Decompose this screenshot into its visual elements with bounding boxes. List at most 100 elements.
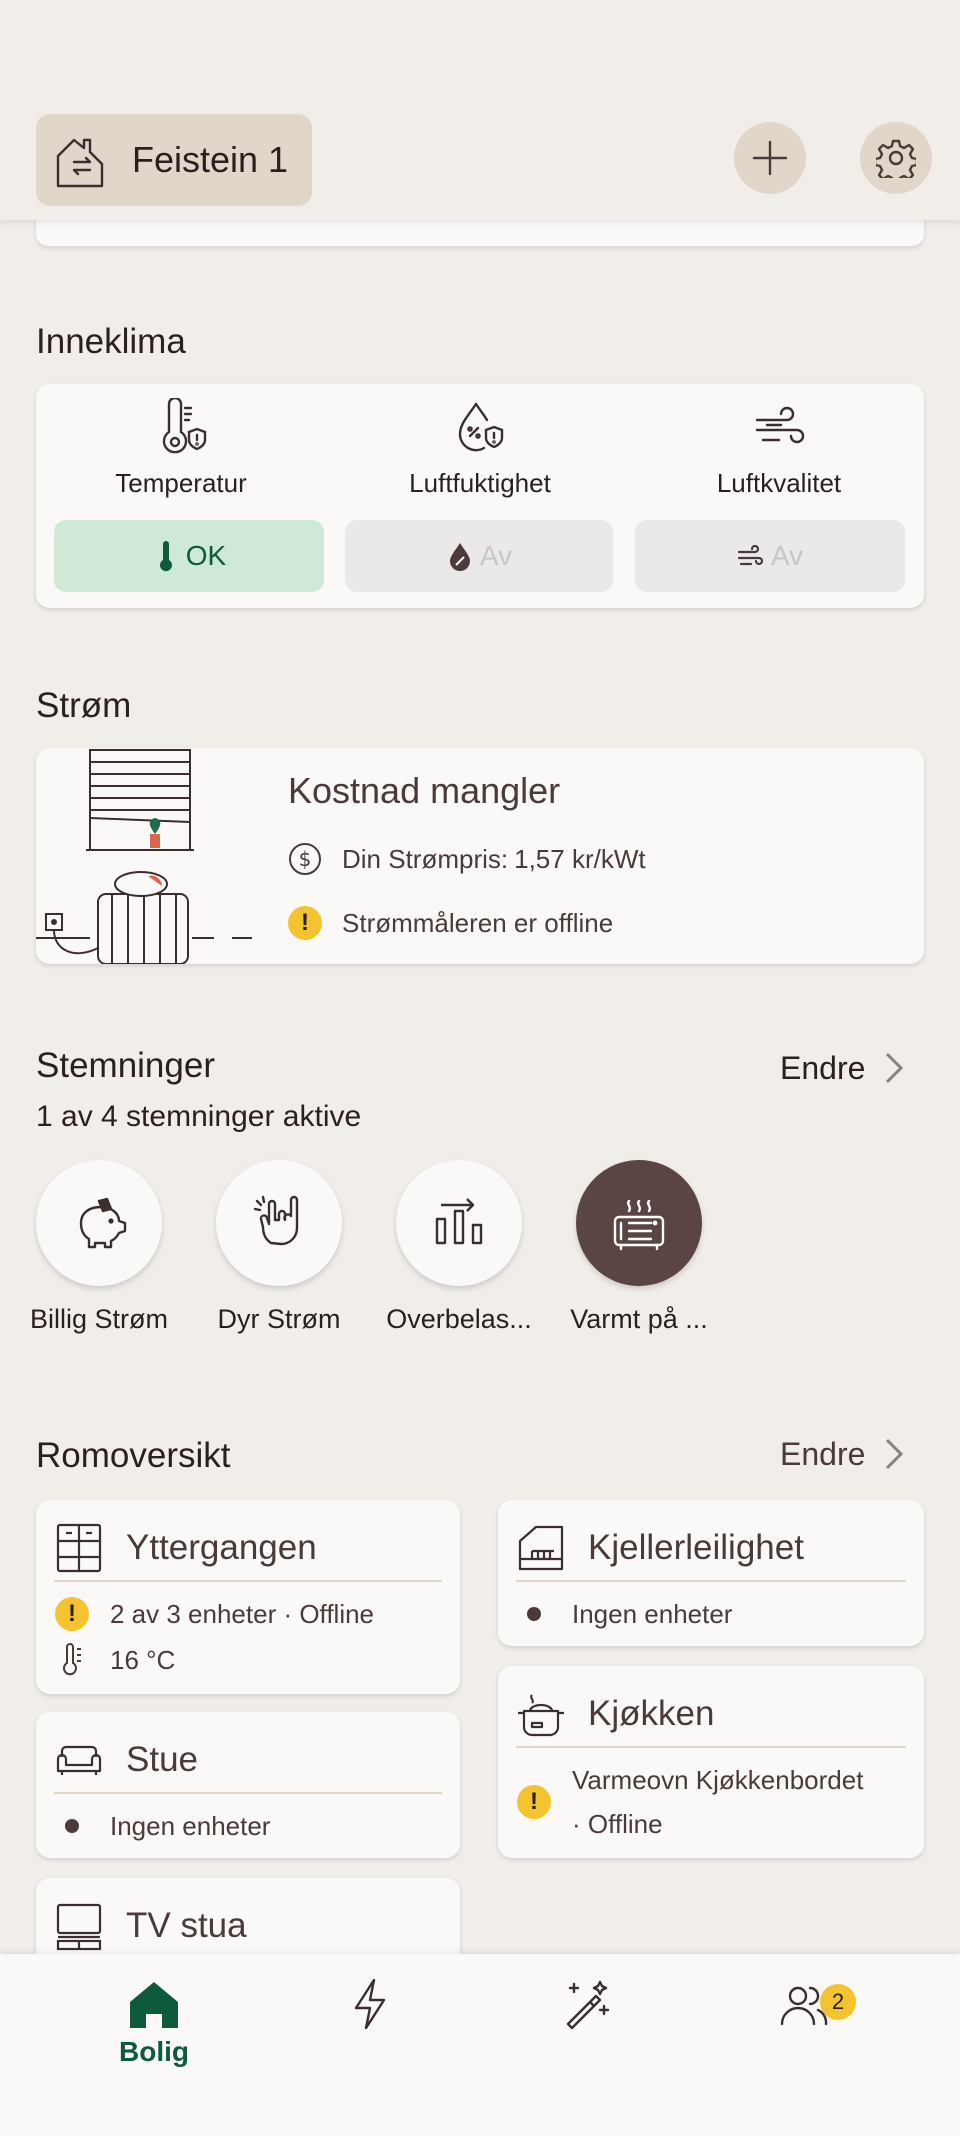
- climate-air-quality-label: Luftkvalitet: [716, 468, 842, 498]
- room-name: Kjøkken: [588, 1694, 715, 1733]
- magic-wand-icon: [566, 1980, 610, 2030]
- indoor-climate-title: Inneklima: [36, 322, 186, 361]
- wind-small-icon: [737, 544, 763, 566]
- home-icon: [130, 1982, 178, 2028]
- status-dot-icon: [65, 1819, 79, 1833]
- piggy-bank-icon: [79, 1197, 127, 1249]
- room-status-line-1: Varmeovn Kjøkkenbordet: [572, 1765, 864, 1795]
- warning-icon: !: [517, 1785, 551, 1819]
- scene-label: Varmt på ...: [570, 1304, 708, 1334]
- rooms-title: Romoversikt: [36, 1436, 231, 1475]
- room-status-row: ! 2 av 3 enheter · Offline: [54, 1592, 448, 1636]
- power-price-row: $ Din Strømpris: 1,57 kr/kWt: [288, 842, 646, 876]
- room-status-row: ! Varmeovn Kjøkkenbordet · Offline: [516, 1758, 912, 1846]
- chevron-right-icon: [886, 1438, 904, 1470]
- power-meter-row: ! Strømmåleren er offline: [288, 906, 613, 940]
- droplet-shield-icon: [458, 402, 504, 452]
- climate-temperature-label: Temperatur: [115, 468, 247, 498]
- status-dot-icon: [527, 1607, 541, 1621]
- hand-sign-icon: [253, 1195, 299, 1246]
- scenes-title: Stemninger: [36, 1046, 215, 1085]
- power-title: Strøm: [36, 686, 132, 725]
- nav-automations[interactable]: [528, 1976, 648, 2032]
- thermometer-shield-icon: [162, 398, 207, 454]
- nav-home-label: Bolig: [119, 2036, 189, 2067]
- room-card-yttergangen[interactable]: Yttergangen ! 2 av 3 enheter · Offline 1…: [36, 1500, 460, 1694]
- sofa-icon: [56, 1745, 102, 1775]
- scenes-subtitle: 1 av 4 stemninger aktive: [36, 1100, 362, 1133]
- bottom-navigation: Bolig 2: [0, 1954, 960, 2136]
- thermometer-icon: [63, 1643, 81, 1676]
- home-name: Feistein 1: [132, 139, 289, 180]
- room-card-kjellerleilighet[interactable]: Kjellerleilighet Ingen enheter: [498, 1500, 924, 1646]
- basement-icon: [518, 1525, 564, 1571]
- scroll-content[interactable]: Inneklima Temperatur Luftfuktighet Luftk…: [0, 0, 960, 1954]
- settings-button[interactable]: [860, 122, 932, 194]
- load-balance-icon: [435, 1198, 483, 1245]
- plus-icon: [752, 140, 788, 176]
- svg-text:$: $: [299, 847, 312, 871]
- room-name: Kjellerleilighet: [588, 1528, 804, 1567]
- scene-varmt-pa[interactable]: Varmt på ...: [549, 1160, 729, 1335]
- room-status-line-2: · Offline: [572, 1809, 663, 1839]
- tv-icon: [56, 1903, 102, 1951]
- humidity-status-label: Av: [479, 540, 513, 571]
- room-card-kjokken[interactable]: Kjøkken ! Varmeovn Kjøkkenbordet · Offli…: [498, 1666, 924, 1858]
- scene-billig-strom[interactable]: Billig Strøm: [9, 1160, 189, 1335]
- room-card-stue[interactable]: Stue Ingen enheter: [36, 1712, 460, 1858]
- room-temperature: 16 °C: [110, 1645, 176, 1675]
- scenes-edit-label: Endre: [780, 1049, 866, 1086]
- add-button[interactable]: [734, 122, 806, 194]
- room-name: Stue: [126, 1740, 198, 1779]
- scene-overbelastning[interactable]: Overbelas...: [369, 1160, 549, 1335]
- warning-icon: !: [288, 906, 322, 940]
- power-card[interactable]: Kostnad mangler $ Din Strømpris: 1,57 kr…: [36, 748, 924, 964]
- temperature-status-label: OK: [185, 540, 227, 571]
- nav-home[interactable]: Bolig: [94, 1976, 214, 2068]
- gear-icon: [876, 139, 916, 178]
- power-price-label: Din Strømpris:: [342, 843, 509, 874]
- climate-air-quality[interactable]: Luftkvalitet: [634, 384, 924, 499]
- climate-humidity[interactable]: Luftfuktighet: [335, 384, 625, 499]
- scenes-edit-link[interactable]: Endre: [780, 1048, 909, 1088]
- wind-icon: [755, 406, 805, 444]
- room-status: Ingen enheter: [110, 1811, 271, 1841]
- dollar-coin-icon: $: [289, 843, 321, 875]
- indoor-climate-card: Temperatur Luftfuktighet Luftkvalitet OK…: [36, 384, 924, 608]
- air-quality-status-label: Av: [770, 540, 804, 571]
- top-header: Feistein 1: [0, 0, 960, 220]
- pot-icon: [518, 1694, 564, 1737]
- room-card-tv-stua[interactable]: TV stua: [36, 1878, 460, 1954]
- heater-icon: [613, 1199, 665, 1251]
- room-name: Yttergangen: [126, 1528, 317, 1567]
- temperature-status-ok[interactable]: OK: [54, 520, 324, 592]
- room-status: Ingen enheter: [572, 1599, 733, 1629]
- climate-temperature[interactable]: Temperatur: [36, 384, 326, 499]
- lightning-icon: [354, 1978, 386, 2030]
- cabinet-icon: [56, 1523, 102, 1573]
- rooms-edit-label: Endre: [780, 1435, 866, 1472]
- scene-label: Billig Strøm: [29, 1304, 168, 1334]
- nav-users[interactable]: 2: [744, 1976, 864, 2032]
- droplet-percent-icon: [449, 543, 470, 571]
- power-meter-status: Strømmåleren er offline: [342, 907, 614, 938]
- rooms-edit-link[interactable]: Endre: [780, 1434, 909, 1474]
- humidity-status-off[interactable]: Av: [345, 520, 613, 592]
- notification-badge: 2: [820, 1984, 856, 2020]
- climate-humidity-label: Luftfuktighet: [409, 468, 551, 498]
- scene-label: Overbelas...: [386, 1304, 532, 1334]
- room-status-row: Ingen enheter: [54, 1804, 448, 1848]
- room-status-row: Ingen enheter: [516, 1592, 912, 1636]
- home-switcher-button[interactable]: Feistein 1: [36, 114, 312, 206]
- room-status: 2 av 3 enheter · Offline: [110, 1599, 375, 1629]
- home-switch-icon: [56, 138, 104, 188]
- room-name: TV stua: [126, 1906, 247, 1945]
- air-quality-status-off[interactable]: Av: [635, 520, 905, 592]
- living-room-illustration: [36, 749, 252, 964]
- room-temp-row: 16 °C: [54, 1638, 448, 1682]
- nav-energy[interactable]: [310, 1976, 430, 2032]
- power-cost-title: Kostnad mangler: [288, 770, 561, 811]
- scene-dyr-strom[interactable]: Dyr Strøm: [189, 1160, 369, 1335]
- warning-icon: !: [55, 1597, 89, 1631]
- thermometer-icon: [159, 541, 172, 572]
